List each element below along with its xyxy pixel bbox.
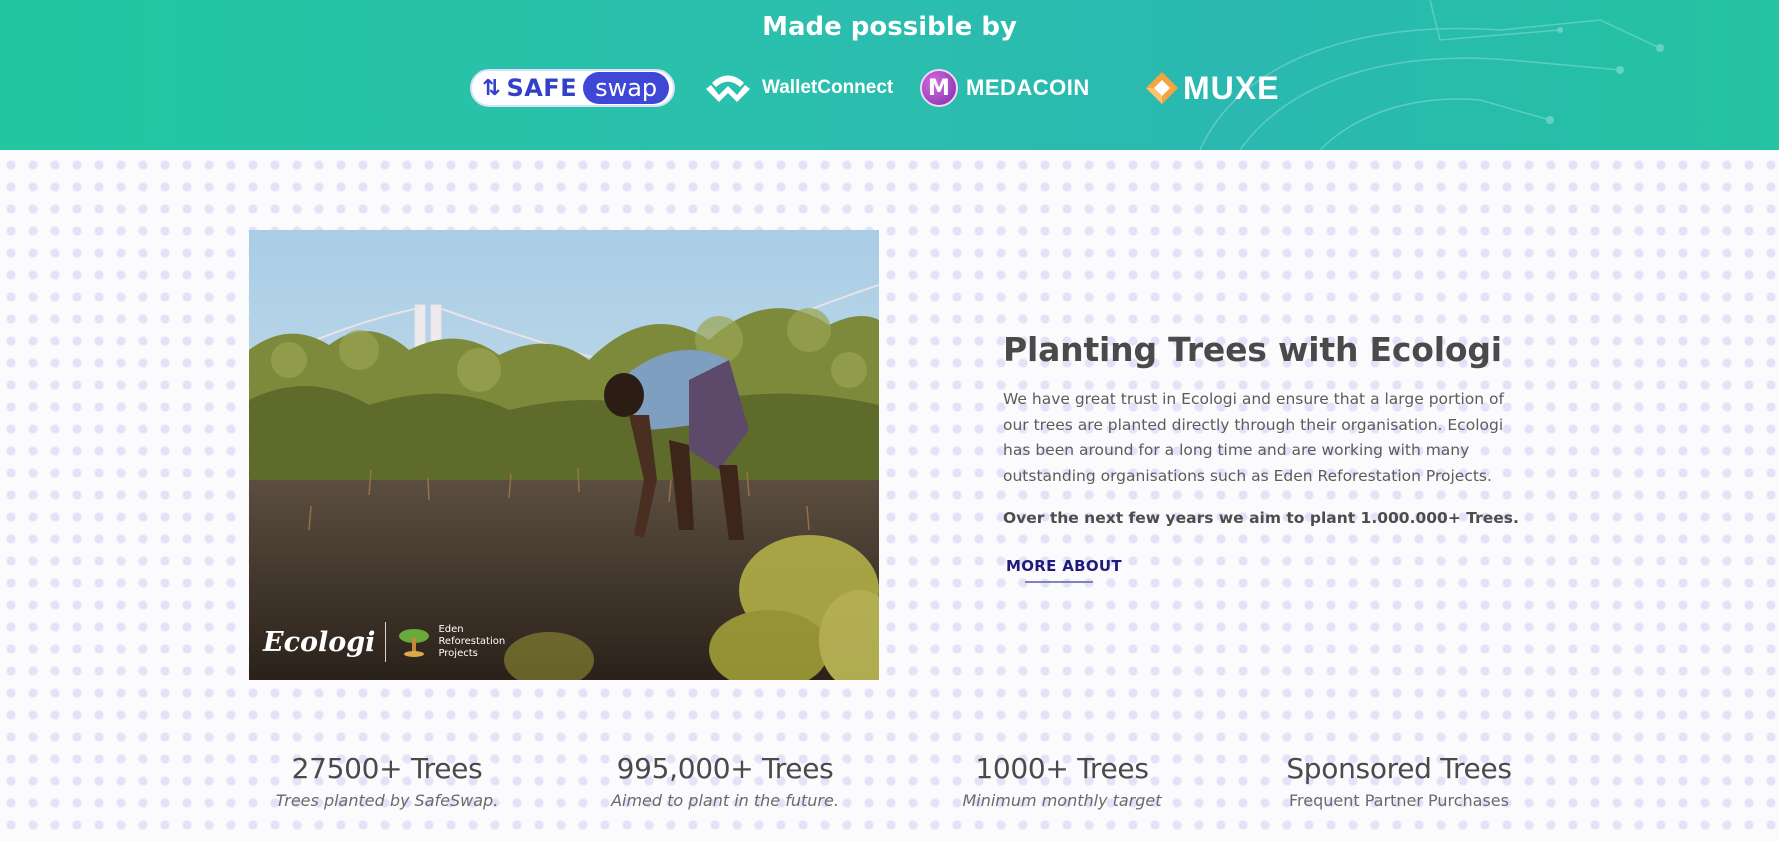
safeswap-safe-text: SAFE — [506, 74, 578, 102]
eden-line: Eden — [438, 624, 464, 635]
sponsor-banner: Made possible by ⇅ SAFE swap WalletConne… — [0, 0, 1779, 150]
safeswap-logo-icon: ⇅ — [482, 75, 501, 101]
eden-logo-text: Eden Reforestation Projects — [438, 624, 505, 660]
walletconnect-logo[interactable]: WalletConnect — [704, 66, 893, 110]
feature-content: Planting Trees with Ecologi We have grea… — [1003, 330, 1533, 583]
medacoin-logo-icon: M — [920, 69, 958, 107]
safeswap-logo[interactable]: ⇅ SAFE swap — [470, 66, 676, 110]
muxe-text: MUXE — [1183, 69, 1280, 106]
walletconnect-logo-icon — [706, 75, 750, 102]
stat-caption: Aimed to plant in the future. — [611, 791, 839, 810]
stat-monthly-target: 1000+ Trees Minimum monthly target — [882, 752, 1242, 810]
stat-caption: Frequent Partner Purchases — [1289, 791, 1509, 810]
eden-tree-icon — [399, 629, 430, 657]
ecologi-logo-text: Ecologi — [263, 626, 376, 658]
medacoin-text: MEDACOIN — [966, 75, 1090, 100]
stat-trees-aimed: 995,000+ Trees Aimed to plant in the fut… — [545, 752, 905, 810]
sponsor-logos: ⇅ SAFE swap WalletConnect M MEDACOIN MUX… — [0, 66, 1779, 110]
safeswap-pill: ⇅ SAFE swap — [470, 69, 676, 107]
section-paragraph: We have great trust in Ecologi and ensur… — [1003, 390, 1504, 485]
safeswap-swap-text: swap — [583, 72, 670, 104]
planting-scene-illustration — [249, 230, 879, 680]
goal-statement: Over the next few years we aim to plant … — [1003, 509, 1519, 527]
banner-title: Made possible by — [762, 12, 1017, 42]
ecologi-planting-photo: Ecologi Eden Reforestation Projects — [249, 230, 879, 680]
more-about-link[interactable]: MORE ABOUT — [1006, 557, 1122, 583]
stat-title: 995,000+ Trees — [616, 752, 834, 785]
stat-title: 27500+ Trees — [291, 752, 483, 785]
brand-divider — [385, 622, 387, 662]
stat-title: 1000+ Trees — [975, 752, 1149, 785]
stat-caption: Minimum monthly target — [962, 791, 1162, 810]
eden-line: Projects — [438, 648, 478, 659]
walletconnect-text: WalletConnect — [762, 77, 894, 98]
medacoin-logo[interactable]: M MEDACOIN — [920, 66, 1090, 110]
stat-caption: Trees planted by SafeSwap. — [275, 791, 499, 810]
stat-sponsored-trees: Sponsored Trees Frequent Partner Purchas… — [1219, 752, 1579, 810]
stat-trees-planted: 27500+ Trees Trees planted by SafeSwap. — [207, 752, 567, 810]
muxe-logo-icon — [1146, 72, 1178, 104]
stat-title: Sponsored Trees — [1286, 752, 1512, 785]
section-heading: Planting Trees with Ecologi — [1003, 330, 1502, 369]
eden-line: Reforestation — [438, 636, 506, 647]
muxe-logo[interactable]: MUXE — [1143, 66, 1279, 110]
photo-brand-overlay: Ecologi Eden Reforestation Projects — [263, 622, 505, 662]
